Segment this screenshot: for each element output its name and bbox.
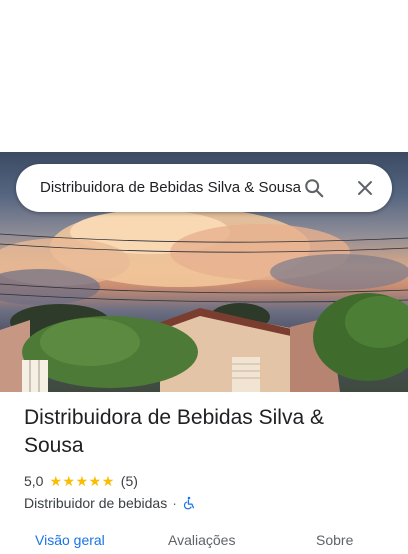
close-button[interactable]: [349, 172, 381, 204]
star-icon: ★: [75, 473, 89, 489]
review-count[interactable]: (5): [121, 473, 138, 489]
star-rating: ★ ★ ★ ★ ★: [49, 474, 114, 488]
search-button[interactable]: [298, 172, 330, 204]
separator-dot: ·: [172, 495, 177, 511]
close-icon: [358, 181, 372, 195]
place-tabs: Visão geral Avaliações Sobre: [0, 524, 408, 554]
place-category[interactable]: Distribuidor de bebidas: [24, 495, 167, 511]
star-icon: ★: [62, 473, 76, 489]
tab-reviews[interactable]: Avaliações: [168, 532, 235, 548]
search-input[interactable]: Distribuidora de Bebidas Silva & Sousa: [40, 164, 304, 212]
place-info-panel: Distribuidora de Bebidas Silva & Sousa 5…: [24, 404, 384, 512]
search-icon: [305, 179, 324, 198]
star-icon: ★: [101, 473, 115, 489]
tab-about[interactable]: Sobre: [316, 532, 353, 548]
map-area-blank: [0, 0, 408, 152]
place-title: Distribuidora de Bebidas Silva & Sousa: [24, 406, 324, 457]
star-icon: ★: [49, 473, 63, 489]
category-row: Distribuidor de bebidas ·: [24, 494, 384, 512]
wheelchair-icon[interactable]: [182, 496, 196, 510]
search-bar[interactable]: Distribuidora de Bebidas Silva & Sousa: [16, 164, 392, 212]
star-icon: ★: [88, 473, 102, 489]
rating-row[interactable]: 5,0 ★ ★ ★ ★ ★ (5): [24, 472, 384, 490]
rating-value: 5,0: [24, 473, 44, 489]
tab-overview[interactable]: Visão geral: [35, 532, 105, 548]
